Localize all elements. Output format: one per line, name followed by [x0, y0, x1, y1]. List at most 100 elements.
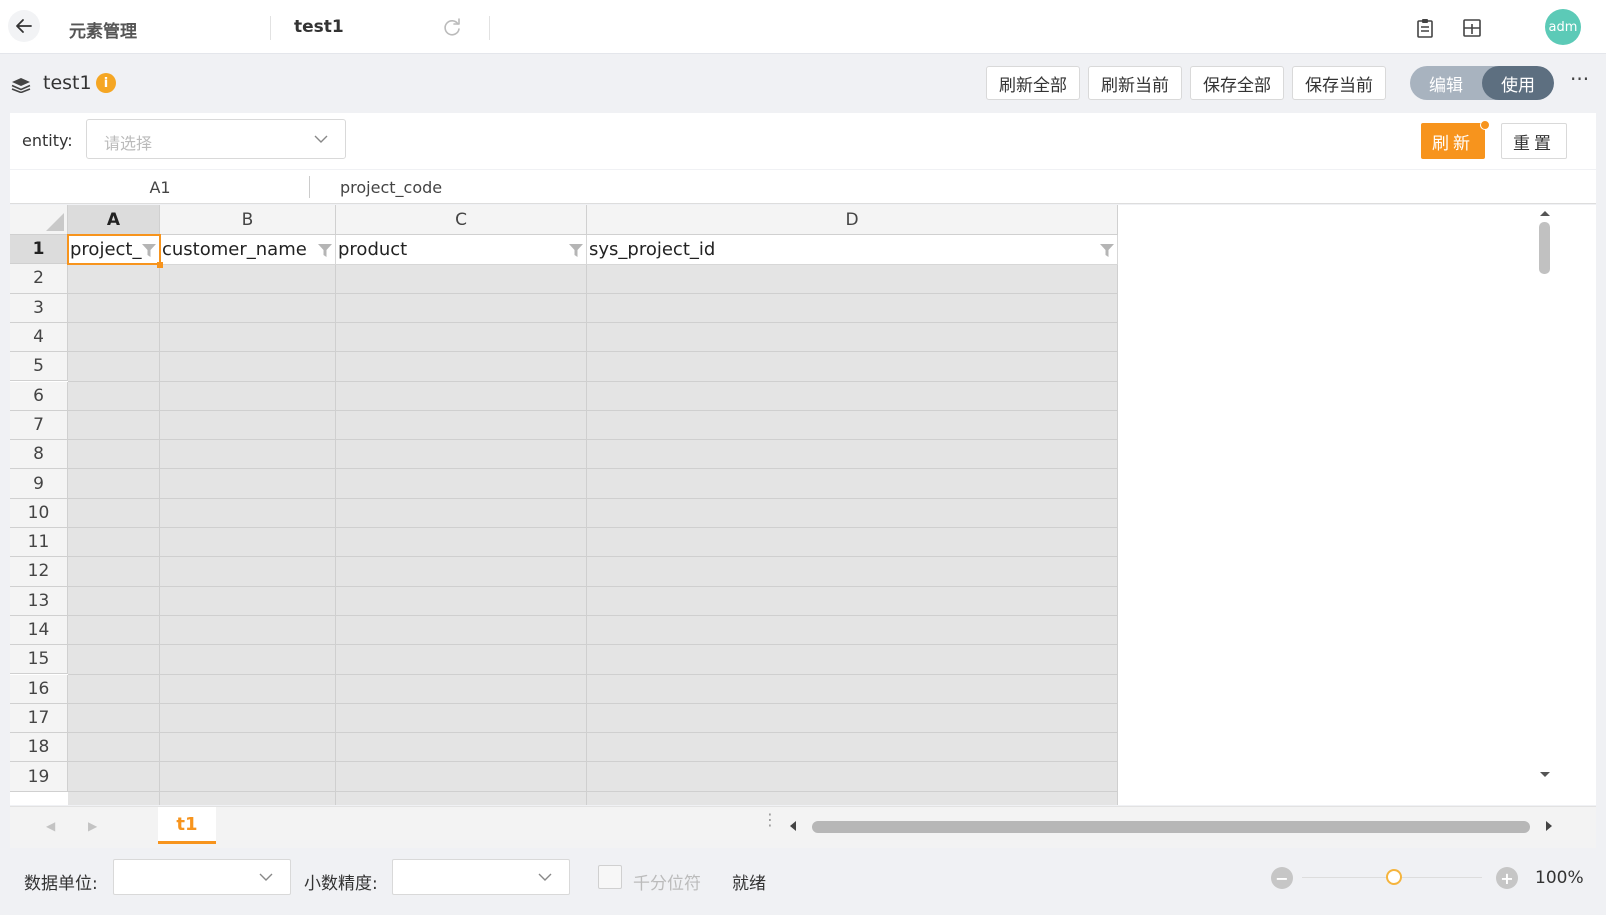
fill-handle[interactable] [157, 262, 163, 269]
row-header-18[interactable]: 18 [10, 733, 68, 763]
filter-icon[interactable] [1100, 244, 1114, 257]
data-unit-select[interactable] [113, 859, 291, 895]
select-all-corner[interactable] [10, 205, 68, 235]
corner-triangle-icon [46, 213, 64, 231]
row-header-10[interactable]: 10 [10, 498, 68, 528]
column-header-c[interactable]: C [336, 205, 587, 235]
row-header-1[interactable]: 1 [10, 235, 68, 265]
avatar[interactable]: adm [1545, 9, 1581, 45]
horizontal-scrollbar[interactable] [786, 815, 1556, 837]
row-header-15[interactable]: 15 [10, 645, 68, 675]
tab-test1[interactable]: test1 [294, 17, 344, 37]
column-gridline [586, 264, 587, 805]
row-gridline [68, 556, 1118, 558]
filter-icon[interactable] [318, 244, 332, 257]
row-header-4[interactable]: 4 [10, 322, 68, 353]
scroll-down-icon[interactable] [1534, 769, 1556, 781]
header-cell-c[interactable]: product [336, 235, 587, 265]
refresh-button[interactable]: 刷新 [1421, 123, 1485, 159]
header-cell-d[interactable]: sys_project_id [587, 235, 1118, 265]
zoom-slider-handle[interactable] [1386, 869, 1402, 885]
entity-select[interactable]: 请选择 [86, 119, 346, 159]
clipboard-icon[interactable] [1414, 17, 1436, 39]
more-icon[interactable]: ··· [1570, 67, 1589, 91]
refresh-all-button[interactable]: 刷新全部 [986, 66, 1080, 100]
row-gridline [68, 732, 1118, 734]
cell-text: product [338, 239, 408, 260]
back-button[interactable] [8, 10, 40, 42]
mode-toggle[interactable]: 编辑 使用 [1410, 66, 1554, 100]
page-header: test1 i 刷新全部 刷新当前 保存全部 保存当前 编辑 使用 ··· [0, 55, 1606, 113]
row-gridline [68, 702, 1118, 704]
row-gridline [68, 409, 1118, 411]
row-header-17[interactable]: 17 [10, 703, 68, 734]
status-bar: 数据单位: 小数精度: 千分位符 就绪 − + 100% [0, 849, 1606, 915]
column-gridline [1117, 264, 1118, 805]
row-gridline [68, 468, 1118, 470]
column-header-d[interactable]: D [587, 205, 1118, 235]
data-region[interactable] [68, 264, 1118, 805]
page-title: test1 [43, 72, 92, 94]
divider [309, 176, 310, 198]
scroll-up-icon[interactable] [1534, 207, 1556, 219]
save-all-button[interactable]: 保存全部 [1190, 66, 1284, 100]
row-header-8[interactable]: 8 [10, 440, 68, 470]
cell-reference[interactable]: A1 [10, 170, 310, 204]
layers-icon [11, 78, 31, 93]
scroll-right-icon[interactable] [1542, 815, 1556, 837]
row-gridline [68, 585, 1118, 587]
column-header-b[interactable]: B [160, 205, 336, 235]
row-header-14[interactable]: 14 [10, 615, 68, 646]
decimal-precision-label: 小数精度: [304, 874, 378, 894]
column-header-a[interactable]: A [68, 205, 160, 235]
decimal-precision-select[interactable] [392, 859, 570, 895]
zoom-out-icon[interactable]: − [1271, 867, 1293, 889]
row-header-3[interactable]: 3 [10, 293, 68, 323]
row-gridline [68, 380, 1118, 382]
row-header-6[interactable]: 6 [10, 381, 68, 411]
scroll-left-icon[interactable] [786, 815, 800, 837]
entity-label: entity: [22, 131, 73, 150]
divider [270, 16, 271, 40]
row-header-5[interactable]: 5 [10, 352, 68, 382]
sheet-tab-bar: ◀ ▶ t1 ⋮ [10, 806, 1596, 848]
tab-prev-icon[interactable]: ◀ [46, 819, 55, 833]
horizontal-scroll-thumb[interactable] [812, 821, 1530, 833]
edit-mode-option[interactable]: 编辑 [1410, 66, 1482, 100]
row-header-11[interactable]: 11 [10, 528, 68, 558]
header-cell-b[interactable]: customer_name [160, 235, 336, 265]
refresh-icon[interactable] [441, 16, 463, 38]
spreadsheet[interactable]: A B C D 1 2 3 4 5 6 7 8 9 10 11 12 13 14 15 16 17 18 19 project… [10, 205, 1596, 805]
thousands-separator-checkbox[interactable] [598, 865, 622, 889]
row-header-19[interactable]: 19 [10, 762, 68, 792]
row-header-13[interactable]: 13 [10, 586, 68, 616]
vertical-scrollbar[interactable] [1534, 205, 1556, 795]
cell-text: customer_name [162, 239, 307, 260]
row-header-9[interactable]: 9 [10, 469, 68, 499]
zoom-in-icon[interactable]: + [1496, 867, 1518, 889]
row-header-12[interactable]: 12 [10, 557, 68, 587]
entity-placeholder: 请选择 [104, 134, 153, 153]
tab-next-icon[interactable]: ▶ [88, 819, 97, 833]
row-gridline [68, 673, 1118, 675]
filter-icon[interactable] [569, 244, 583, 257]
layout-icon[interactable] [1461, 17, 1483, 39]
row-header-7[interactable]: 7 [10, 410, 68, 441]
status-text: 就绪 [732, 874, 766, 894]
app-title: 元素管理 [69, 22, 137, 42]
vertical-scroll-thumb[interactable] [1539, 222, 1550, 274]
column-gridline [159, 264, 160, 805]
reset-button[interactable]: 重置 [1501, 123, 1567, 159]
save-current-button[interactable]: 保存当前 [1292, 66, 1386, 100]
use-mode-option[interactable]: 使用 [1482, 66, 1554, 100]
formula-input[interactable]: project_code [340, 178, 442, 197]
refresh-current-button[interactable]: 刷新当前 [1088, 66, 1182, 100]
row-header-16[interactable]: 16 [10, 674, 68, 704]
row-gridline [68, 321, 1118, 323]
tab-splitter-icon[interactable]: ⋮ [762, 812, 778, 828]
formula-bar: A1 project_code [10, 170, 1596, 204]
sheet-tab-t1[interactable]: t1 [158, 807, 216, 844]
divider [489, 16, 490, 40]
row-header-2[interactable]: 2 [10, 264, 68, 294]
info-icon[interactable]: i [96, 73, 116, 93]
